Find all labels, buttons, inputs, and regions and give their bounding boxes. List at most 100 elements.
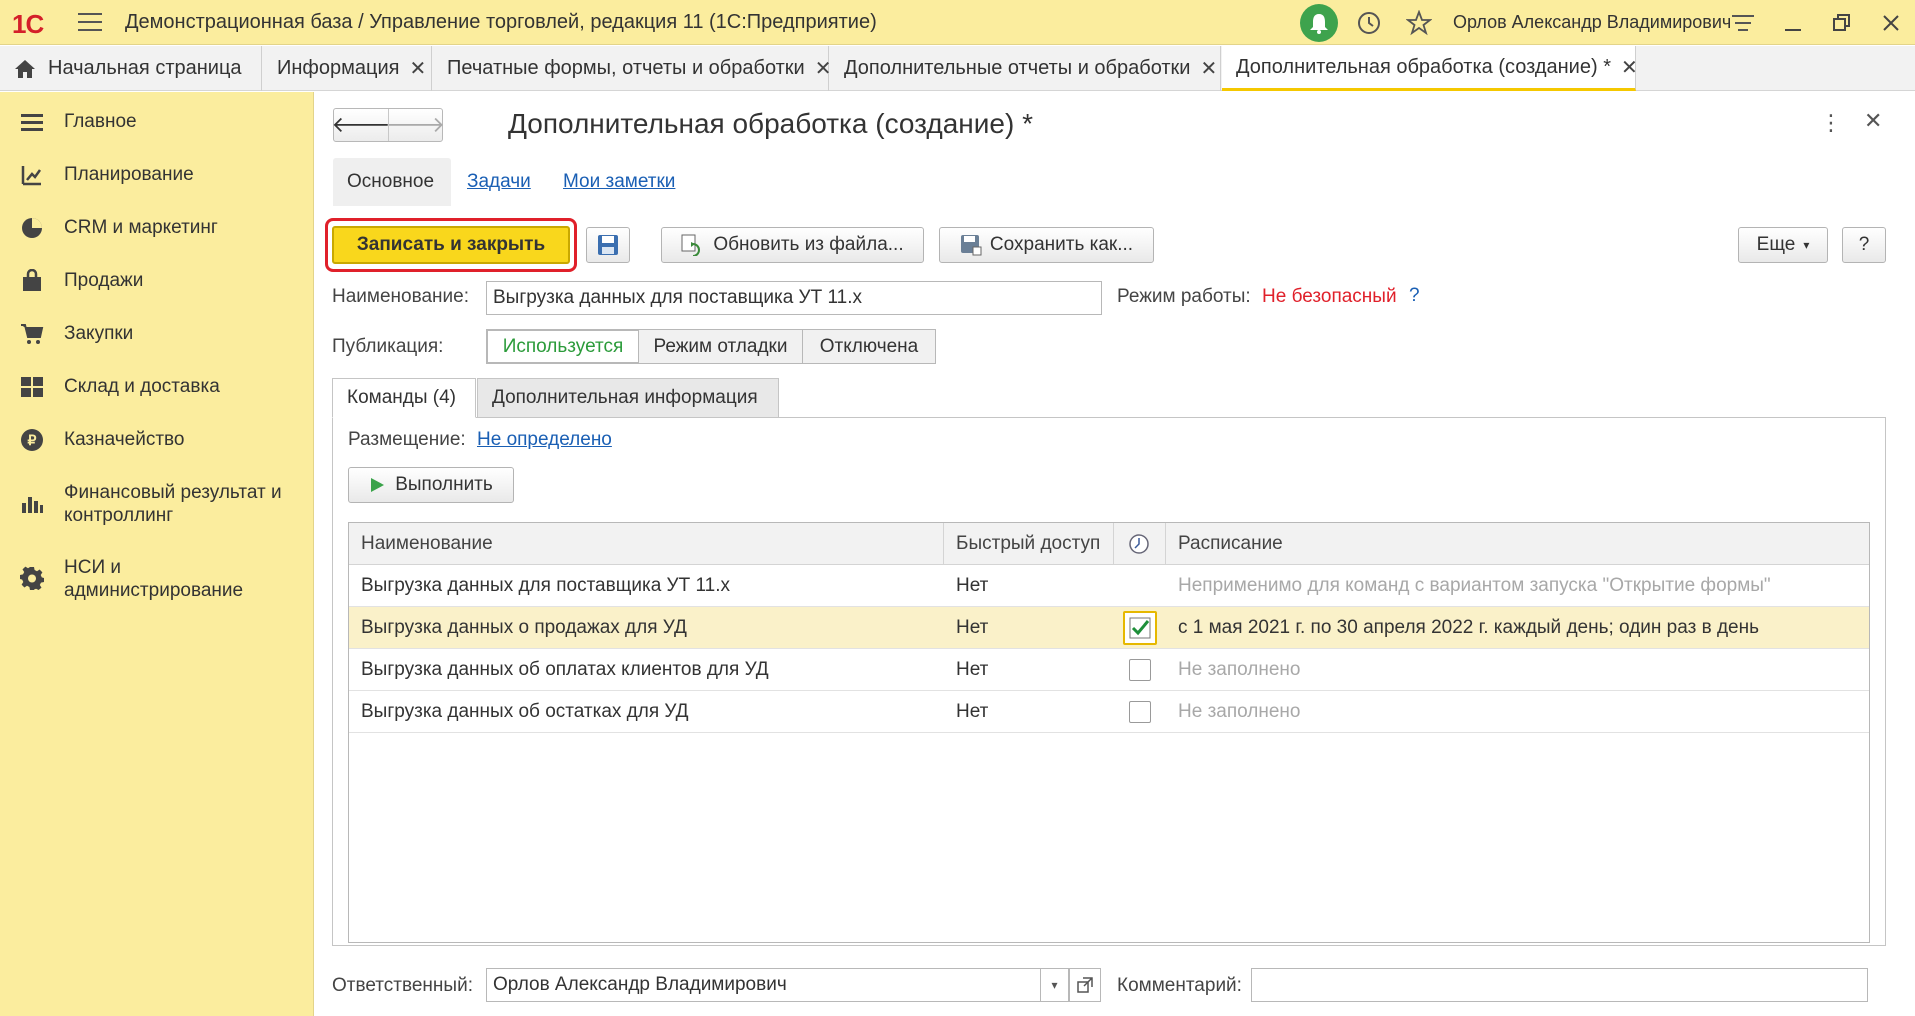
close-tab-icon[interactable]: ✕ [1200, 56, 1217, 81]
button-label: Еще [1756, 234, 1796, 255]
placement-link[interactable]: Не определено [477, 429, 612, 451]
tab-additional-reports[interactable]: Дополнительные отчеты и обработки ✕ [830, 46, 1221, 91]
scheduled-checkbox[interactable] [1129, 701, 1151, 723]
sidebar-item-label: Главное [64, 111, 137, 132]
sidebar-item-label: Продажи [64, 270, 144, 291]
history-icon[interactable] [1356, 10, 1382, 36]
main-menu-icon[interactable] [78, 13, 102, 33]
execute-button[interactable]: Выполнить [348, 467, 514, 503]
row-quick-access: Нет [956, 701, 989, 722]
table-row[interactable]: Выгрузка данных о продажах для УД Нет с … [349, 607, 1869, 649]
name-field[interactable]: Выгрузка данных для поставщика УТ 11.х [486, 281, 1102, 315]
svg-text:₽: ₽ [28, 432, 37, 448]
tab-info[interactable]: Информация ✕ [263, 46, 432, 91]
tab-tasks[interactable]: Задачи [453, 158, 545, 206]
gear-icon [20, 566, 44, 590]
responsible-dropdown-icon[interactable]: ▾ [1041, 968, 1069, 1002]
tab-home[interactable]: Начальная страница [0, 46, 262, 91]
help-button[interactable]: ? [1842, 227, 1886, 263]
row-schedule[interactable]: с 1 мая 2021 г. по 30 апреля 2022 г. каж… [1166, 607, 1869, 649]
menu-icon [20, 110, 44, 134]
close-tab-icon[interactable]: ✕ [1621, 55, 1638, 80]
placement-label: Размещение: [348, 429, 466, 450]
save-as-button[interactable]: Сохранить как... [939, 227, 1154, 263]
sidebar-item-label: Закупки [64, 323, 134, 344]
row-name: Выгрузка данных об остатках для УД [361, 701, 689, 722]
restore-icon[interactable] [1827, 8, 1857, 38]
planning-icon [20, 163, 44, 187]
scheduled-checkbox[interactable] [1123, 611, 1157, 645]
ruble-icon: ₽ [20, 428, 44, 452]
close-form-icon[interactable]: ✕ [1864, 108, 1882, 134]
scheduled-checkbox[interactable] [1129, 659, 1151, 681]
close-app-icon[interactable] [1876, 8, 1906, 38]
save-as-icon [960, 235, 982, 256]
mode-label: Режим работы: [1117, 286, 1251, 307]
back-arrow-icon[interactable]: 🡐 [332, 109, 391, 141]
row-quick-access: Нет [956, 659, 989, 680]
tab-label: Мои заметки [563, 171, 676, 192]
update-from-file-button[interactable]: Обновить из файла... [661, 227, 924, 263]
tab-label: Дополнительные отчеты и обработки [844, 57, 1191, 79]
table-row[interactable]: Выгрузка данных для поставщика УТ 11.х Н… [349, 565, 1869, 607]
favorites-star-icon[interactable] [1405, 9, 1433, 36]
save-and-close-button[interactable]: Записать и закрыть [332, 226, 570, 264]
tab-additional-processing-create[interactable]: Дополнительная обработка (создание) * ✕ [1222, 46, 1638, 91]
save-button[interactable] [586, 227, 630, 263]
button-label: Выполнить [395, 474, 493, 495]
sidebar-item-label: Планирование [64, 164, 194, 185]
sidebar-item-label: CRM и маркетинг [64, 217, 218, 238]
row-name: Выгрузка данных об оплатах клиентов для … [361, 659, 769, 680]
open-responsible-icon[interactable] [1069, 968, 1101, 1002]
title-bar: 1С Демонстрационная база / Управление то… [0, 0, 1915, 45]
column-header-name[interactable]: Наименование [349, 523, 944, 565]
app-logo: 1С [12, 9, 44, 39]
publication-option-disabled[interactable]: Отключена [803, 330, 935, 363]
clock-icon [1129, 534, 1149, 554]
notifications-bell-icon[interactable] [1300, 4, 1338, 42]
column-header-scheduled[interactable] [1114, 523, 1166, 565]
home-icon [15, 59, 35, 78]
minimize-icon[interactable] [1778, 8, 1808, 38]
commands-table: Наименование Быстрый доступ Расписание В… [348, 522, 1870, 943]
grid-icon [20, 375, 44, 399]
checkmark-icon [1129, 617, 1151, 639]
more-button[interactable]: Еще ▾ [1738, 227, 1828, 263]
table-row[interactable]: Выгрузка данных об остатках для УД Нет Н… [349, 691, 1869, 733]
mode-help-link[interactable]: ? [1409, 285, 1420, 307]
name-label: Наименование: [332, 286, 469, 307]
form-title: Дополнительная обработка (создание) * [508, 108, 1033, 139]
publication-option-used[interactable]: Используется [487, 330, 639, 363]
tab-print-forms[interactable]: Печатные формы, отчеты и обработки ✕ [433, 46, 832, 91]
row-schedule[interactable]: Не заполнено [1166, 691, 1869, 733]
sidebar-item-label: Склад и доставка [64, 376, 220, 397]
tab-label: Дополнительная обработка (создание) * [1236, 55, 1611, 78]
tab-my-notes[interactable]: Мои заметки [549, 158, 689, 206]
tab-label: Информация [277, 57, 400, 79]
column-header-schedule[interactable]: Расписание [1166, 523, 1869, 565]
publication-switch: Используется Режим отладки Отключена [486, 329, 936, 364]
comment-field[interactable] [1251, 968, 1868, 1002]
row-schedule[interactable]: Не заполнено [1166, 649, 1869, 691]
close-tab-icon[interactable]: ✕ [409, 56, 426, 81]
tab-additional-info[interactable]: Дополнительная информация [477, 378, 779, 418]
cart-icon [20, 322, 44, 346]
sidebar-item-label: НСИ и администрирование [64, 557, 244, 601]
tab-label: Дополнительная информация [492, 387, 758, 408]
table-row[interactable]: Выгрузка данных об оплатах клиентов для … [349, 649, 1869, 691]
publication-option-debug[interactable]: Режим отладки [639, 330, 803, 363]
bars-icon [20, 491, 44, 515]
forward-arrow-icon[interactable]: 🡒 [386, 109, 445, 141]
more-actions-icon[interactable]: ⋮ [1820, 110, 1842, 136]
current-user[interactable]: Орлов Александр Владимирович [1453, 12, 1731, 33]
close-tab-icon[interactable]: ✕ [815, 56, 832, 81]
column-header-quick-access[interactable]: Быстрый доступ [944, 523, 1114, 565]
table-header: Наименование Быстрый доступ Расписание [349, 523, 1869, 565]
responsible-field[interactable]: Орлов Александр Владимирович [486, 968, 1041, 1002]
row-schedule[interactable]: Неприменимо для команд с вариантом запус… [1166, 565, 1869, 607]
app-title: Демонстрационная база / Управление торго… [125, 11, 877, 33]
tab-commands[interactable]: Команды (4) [332, 378, 476, 418]
tab-label: Основное [347, 171, 435, 192]
settings-menu-icon[interactable] [1728, 8, 1758, 38]
tab-main[interactable]: Основное [333, 158, 451, 206]
